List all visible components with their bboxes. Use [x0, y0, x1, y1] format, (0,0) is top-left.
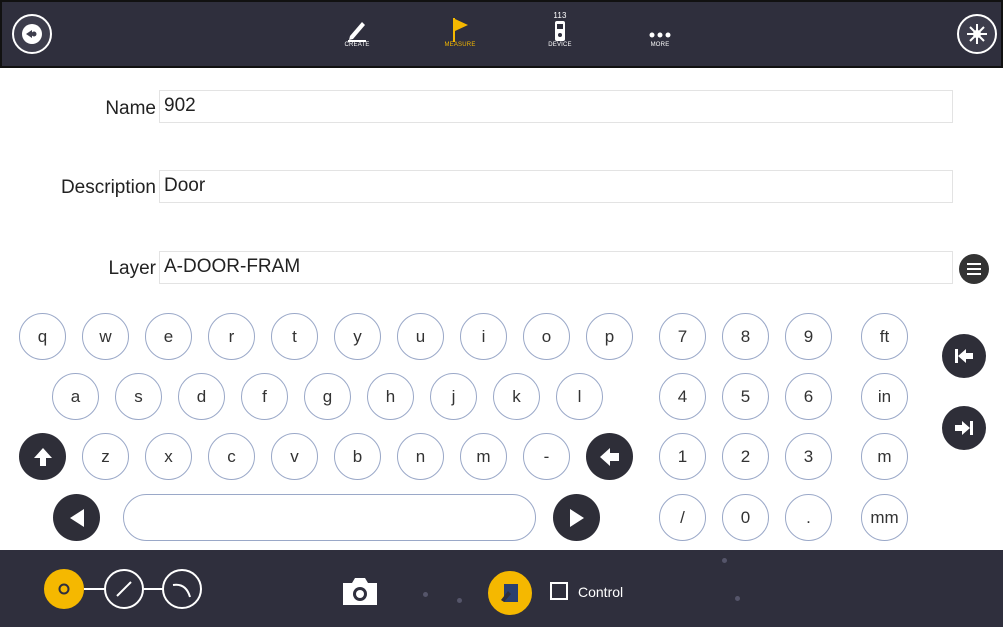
key-i[interactable]: i	[460, 313, 507, 360]
key-r[interactable]: r	[208, 313, 255, 360]
previous-field-button[interactable]	[942, 334, 986, 378]
key-5[interactable]: 5	[722, 373, 769, 420]
arc-mode-button[interactable]	[162, 569, 202, 609]
layer-list-button[interactable]	[959, 254, 989, 284]
unit-mm-key[interactable]: mm	[861, 494, 908, 541]
backspace-arrow-icon	[599, 447, 619, 466]
key-d[interactable]: d	[178, 373, 225, 420]
arc-mode-icon	[172, 583, 191, 598]
key-y[interactable]: y	[334, 313, 381, 360]
tab-more-label: MORE	[650, 42, 670, 48]
tab-device[interactable]: 113 DEVICE	[530, 11, 590, 49]
key-q[interactable]: q	[19, 313, 66, 360]
key-z[interactable]: z	[82, 433, 129, 480]
pencil-icon	[348, 22, 366, 42]
key-b[interactable]: b	[334, 433, 381, 480]
key-g[interactable]: g	[304, 373, 351, 420]
key-slash[interactable]: /	[659, 494, 706, 541]
tab-measure[interactable]: MEASURE	[430, 12, 490, 48]
skip-forward-icon	[955, 421, 973, 435]
flag-icon	[453, 18, 468, 42]
layer-toggle-button[interactable]	[488, 571, 532, 615]
key-m[interactable]: m	[460, 433, 507, 480]
shift-key[interactable]	[19, 433, 66, 480]
key-8[interactable]: 8	[722, 313, 769, 360]
control-checkbox[interactable]	[550, 582, 568, 600]
key-k[interactable]: k	[493, 373, 540, 420]
key-n[interactable]: n	[397, 433, 444, 480]
space-bar[interactable]	[123, 494, 536, 541]
triangle-left-icon	[69, 508, 84, 527]
key-o[interactable]: o	[523, 313, 570, 360]
mode-connector	[84, 588, 106, 590]
key-0[interactable]: 0	[722, 494, 769, 541]
key-6[interactable]: 6	[785, 373, 832, 420]
name-field[interactable]: 902	[159, 90, 953, 123]
key-l[interactable]: l	[556, 373, 603, 420]
description-label: Description	[60, 177, 156, 198]
key-e[interactable]: e	[145, 313, 192, 360]
key-p[interactable]: p	[586, 313, 633, 360]
camera-icon	[343, 578, 377, 605]
device-badge: 113	[553, 11, 567, 20]
tab-create-label: CREATE	[344, 42, 370, 48]
key-s[interactable]: s	[115, 373, 162, 420]
camera-button[interactable]	[340, 575, 380, 612]
key-3[interactable]: 3	[785, 433, 832, 480]
device-icon	[555, 21, 565, 41]
key-2[interactable]: 2	[722, 433, 769, 480]
key-f[interactable]: f	[241, 373, 288, 420]
tab-create[interactable]: CREATE	[327, 12, 387, 48]
key-dash[interactable]: -	[523, 433, 570, 480]
line-mode-icon	[116, 581, 132, 597]
layer-label: Layer	[108, 258, 156, 279]
key-x[interactable]: x	[145, 433, 192, 480]
top-toolbar: CREATE MEASURE 113 DEVICE MORE	[0, 0, 1003, 68]
triangle-right-icon	[569, 508, 584, 527]
back-target-icon[interactable]	[12, 14, 52, 54]
backspace-key[interactable]	[586, 433, 633, 480]
layer-field[interactable]: A-DOOR-FRAM	[159, 251, 953, 284]
unit-ft-key[interactable]: ft	[861, 313, 908, 360]
key-j[interactable]: j	[430, 373, 477, 420]
key-a[interactable]: a	[52, 373, 99, 420]
unit-in-key[interactable]: in	[861, 373, 908, 420]
list-icon	[967, 263, 981, 275]
shift-up-icon	[33, 447, 52, 466]
key-t[interactable]: t	[271, 313, 318, 360]
line-mode-button[interactable]	[104, 569, 144, 609]
more-dots-icon	[649, 32, 671, 38]
description-field[interactable]: Door	[159, 170, 953, 203]
key-7[interactable]: 7	[659, 313, 706, 360]
point-mode-button[interactable]	[44, 569, 84, 609]
skip-back-icon	[955, 349, 973, 363]
mode-connector-2	[144, 588, 164, 590]
key-c[interactable]: c	[208, 433, 255, 480]
key-1[interactable]: 1	[659, 433, 706, 480]
key-u[interactable]: u	[397, 313, 444, 360]
next-field-button[interactable]	[942, 406, 986, 450]
key-h[interactable]: h	[367, 373, 414, 420]
key-dot[interactable]: .	[785, 494, 832, 541]
key-v[interactable]: v	[271, 433, 318, 480]
tab-device-label: DEVICE	[548, 42, 572, 48]
name-label: Name	[105, 98, 156, 119]
key-4[interactable]: 4	[659, 373, 706, 420]
key-w[interactable]: w	[82, 313, 129, 360]
cursor-right-key[interactable]	[553, 494, 600, 541]
laser-burst-icon[interactable]	[957, 14, 997, 54]
tab-more[interactable]: MORE	[630, 12, 690, 48]
control-label: Control	[578, 584, 624, 600]
tab-measure-label: MEASURE	[444, 42, 476, 48]
cursor-left-key[interactable]	[53, 494, 100, 541]
layer-pencil-icon	[501, 584, 518, 602]
point-mode-icon	[58, 583, 70, 595]
unit-m-key[interactable]: m	[861, 433, 908, 480]
key-9[interactable]: 9	[785, 313, 832, 360]
